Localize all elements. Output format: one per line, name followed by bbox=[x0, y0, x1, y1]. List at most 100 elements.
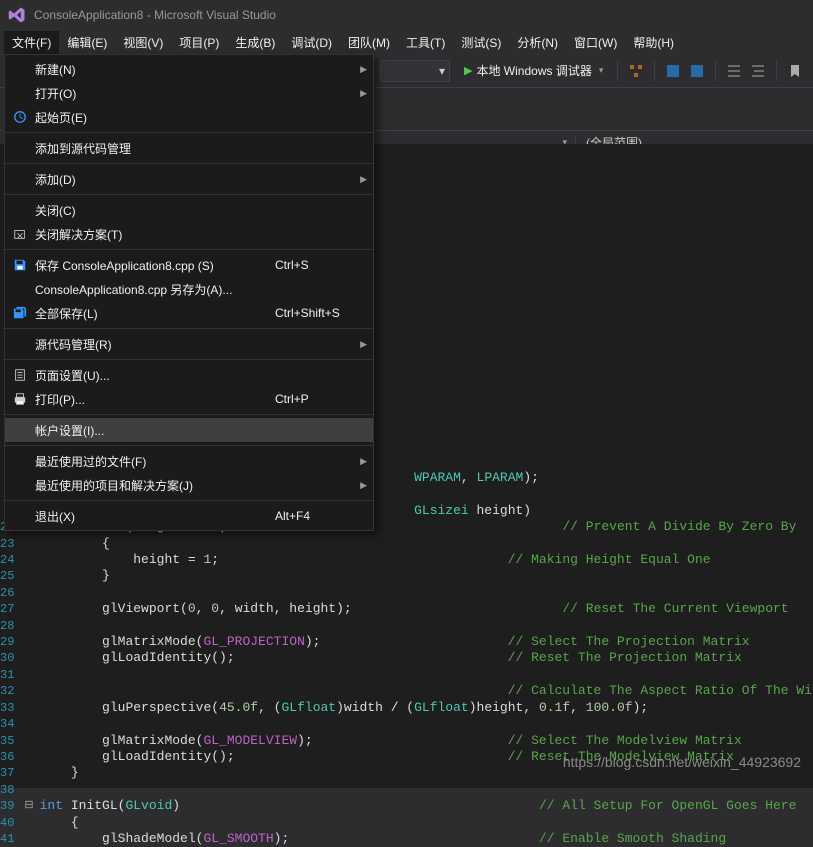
menu-item-label: 添加到源代码管理 bbox=[29, 140, 275, 157]
outdent-icon[interactable] bbox=[750, 63, 766, 79]
toolbar-separator bbox=[776, 61, 777, 81]
blank-icon bbox=[11, 453, 29, 469]
bookmark-icon[interactable] bbox=[787, 63, 803, 79]
menu-separator bbox=[5, 500, 373, 501]
menu-item-label: 帐户设置(I)... bbox=[29, 422, 275, 439]
menu-item[interactable]: 页面设置(U)... bbox=[5, 363, 373, 387]
menu-separator bbox=[5, 328, 373, 329]
play-icon: ▶ bbox=[464, 64, 472, 77]
menu-团队(M)[interactable]: 团队(M) bbox=[340, 31, 398, 54]
menu-shortcut: Alt+F4 bbox=[275, 509, 355, 523]
menu-item-label: 最近使用的项目和解决方案(J) bbox=[29, 477, 275, 494]
menu-item[interactable]: 新建(N) ▶ bbox=[5, 57, 373, 81]
menu-item[interactable]: 起始页(E) bbox=[5, 105, 373, 129]
blank-icon bbox=[11, 61, 29, 77]
submenu-arrow-icon: ▶ bbox=[355, 480, 367, 491]
menu-item[interactable]: 最近使用的项目和解决方案(J) ▶ bbox=[5, 473, 373, 497]
page-icon bbox=[11, 367, 29, 383]
menu-item-label: ConsoleApplication8.cpp 另存为(A)... bbox=[29, 281, 275, 298]
menu-item-label: 退出(X) bbox=[29, 508, 275, 525]
menu-item[interactable]: 打印(P)...Ctrl+P bbox=[5, 387, 373, 411]
menu-separator bbox=[5, 132, 373, 133]
menubar[interactable]: 文件(F)编辑(E)视图(V)项目(P)生成(B)调试(D)团队(M)工具(T)… bbox=[0, 30, 813, 54]
menu-item[interactable]: 关闭(C) bbox=[5, 198, 373, 222]
tool-icon[interactable] bbox=[689, 63, 705, 79]
blank-icon bbox=[11, 202, 29, 218]
watermark-text: https://blog.csdn.net/weixin_44923692 bbox=[563, 754, 801, 770]
menu-item-label: 新建(N) bbox=[29, 61, 275, 78]
file-menu-dropdown[interactable]: 新建(N) ▶ 打开(O) ▶ 起始页(E) 添加到源代码管理添加(D) ▶ 关闭(C) 关闭解… bbox=[4, 54, 374, 531]
submenu-arrow-icon: ▶ bbox=[355, 456, 367, 467]
menu-项目(P)[interactable]: 项目(P) bbox=[171, 31, 227, 54]
chevron-down-icon: ▾ bbox=[599, 65, 604, 76]
print-icon bbox=[11, 391, 29, 407]
menu-shortcut: Ctrl+Shift+S bbox=[275, 306, 355, 320]
toolbar-separator bbox=[617, 61, 618, 81]
menu-item[interactable]: 打开(O) ▶ bbox=[5, 81, 373, 105]
home-icon bbox=[11, 109, 29, 125]
menu-separator bbox=[5, 194, 373, 195]
menu-item-label: 添加(D) bbox=[29, 171, 275, 188]
menu-编辑(E)[interactable]: 编辑(E) bbox=[59, 31, 115, 54]
blank-icon bbox=[11, 85, 29, 101]
menu-item[interactable]: 关闭解决方案(T) bbox=[5, 222, 373, 246]
menu-item[interactable]: 源代码管理(R) ▶ bbox=[5, 332, 373, 356]
vs-logo-icon bbox=[8, 6, 26, 24]
menu-视图(V)[interactable]: 视图(V) bbox=[115, 31, 171, 54]
menu-item[interactable]: 退出(X)Alt+F4 bbox=[5, 504, 373, 528]
menu-separator bbox=[5, 414, 373, 415]
blank-icon bbox=[11, 508, 29, 524]
menu-item-label: 最近使用过的文件(F) bbox=[29, 453, 275, 470]
menu-separator bbox=[5, 445, 373, 446]
debug-label: 本地 Windows 调试器 bbox=[476, 62, 591, 79]
blank-icon bbox=[11, 477, 29, 493]
menu-生成(B)[interactable]: 生成(B) bbox=[227, 31, 283, 54]
submenu-arrow-icon: ▶ bbox=[355, 64, 367, 75]
menu-item-label: 源代码管理(R) bbox=[29, 336, 275, 353]
menu-调试(D)[interactable]: 调试(D) bbox=[283, 31, 340, 54]
blank-icon bbox=[11, 336, 29, 352]
menu-item[interactable]: 最近使用过的文件(F) ▶ bbox=[5, 449, 373, 473]
menu-item-label: 页面设置(U)... bbox=[29, 367, 275, 384]
step-icon[interactable] bbox=[628, 63, 644, 79]
indent-icon[interactable] bbox=[726, 63, 742, 79]
start-debug-button[interactable]: ▶ 本地 Windows 调试器 ▾ bbox=[456, 62, 611, 79]
menu-item-label: 起始页(E) bbox=[29, 109, 275, 126]
save-all-icon bbox=[11, 305, 29, 321]
menu-工具(T)[interactable]: 工具(T) bbox=[398, 31, 453, 54]
blank-icon bbox=[11, 140, 29, 156]
menu-item-label: 打开(O) bbox=[29, 85, 275, 102]
submenu-arrow-icon: ▶ bbox=[355, 339, 367, 350]
submenu-arrow-icon: ▶ bbox=[355, 174, 367, 185]
titlebar: ConsoleApplication8 - Microsoft Visual S… bbox=[0, 0, 813, 30]
menu-窗口(W)[interactable]: 窗口(W) bbox=[566, 31, 625, 54]
toolbar-separator bbox=[654, 61, 655, 81]
menu-item[interactable]: 保存 ConsoleApplication8.cpp (S)Ctrl+S bbox=[5, 253, 373, 277]
menu-文件(F)[interactable]: 文件(F) bbox=[4, 31, 59, 54]
blank-icon bbox=[11, 422, 29, 438]
menu-item[interactable]: 全部保存(L)Ctrl+Shift+S bbox=[5, 301, 373, 325]
menu-item[interactable]: 帐户设置(I)... bbox=[5, 418, 373, 442]
menu-item-label: 关闭解决方案(T) bbox=[29, 226, 275, 243]
close-sol-icon bbox=[11, 226, 29, 242]
menu-item[interactable]: 添加到源代码管理 bbox=[5, 136, 373, 160]
tool-icon[interactable] bbox=[665, 63, 681, 79]
menu-separator bbox=[5, 359, 373, 360]
menu-item[interactable]: ConsoleApplication8.cpp 另存为(A)... bbox=[5, 277, 373, 301]
menu-item-label: 保存 ConsoleApplication8.cpp (S) bbox=[29, 257, 275, 274]
menu-item-label: 关闭(C) bbox=[29, 202, 275, 219]
menu-separator bbox=[5, 163, 373, 164]
menu-separator bbox=[5, 249, 373, 250]
menu-帮助(H)[interactable]: 帮助(H) bbox=[625, 31, 682, 54]
window-title: ConsoleApplication8 - Microsoft Visual S… bbox=[34, 8, 276, 22]
menu-测试(S)[interactable]: 测试(S) bbox=[453, 31, 509, 54]
menu-item-label: 打印(P)... bbox=[29, 391, 275, 408]
config-combo[interactable]: ▾ bbox=[380, 60, 450, 82]
menu-分析(N)[interactable]: 分析(N) bbox=[509, 31, 566, 54]
save-icon bbox=[11, 257, 29, 273]
menu-item[interactable]: 添加(D) ▶ bbox=[5, 167, 373, 191]
submenu-arrow-icon: ▶ bbox=[355, 88, 367, 99]
toolbar-separator bbox=[715, 61, 716, 81]
menu-shortcut: Ctrl+S bbox=[275, 258, 355, 272]
menu-item-label: 全部保存(L) bbox=[29, 305, 275, 322]
